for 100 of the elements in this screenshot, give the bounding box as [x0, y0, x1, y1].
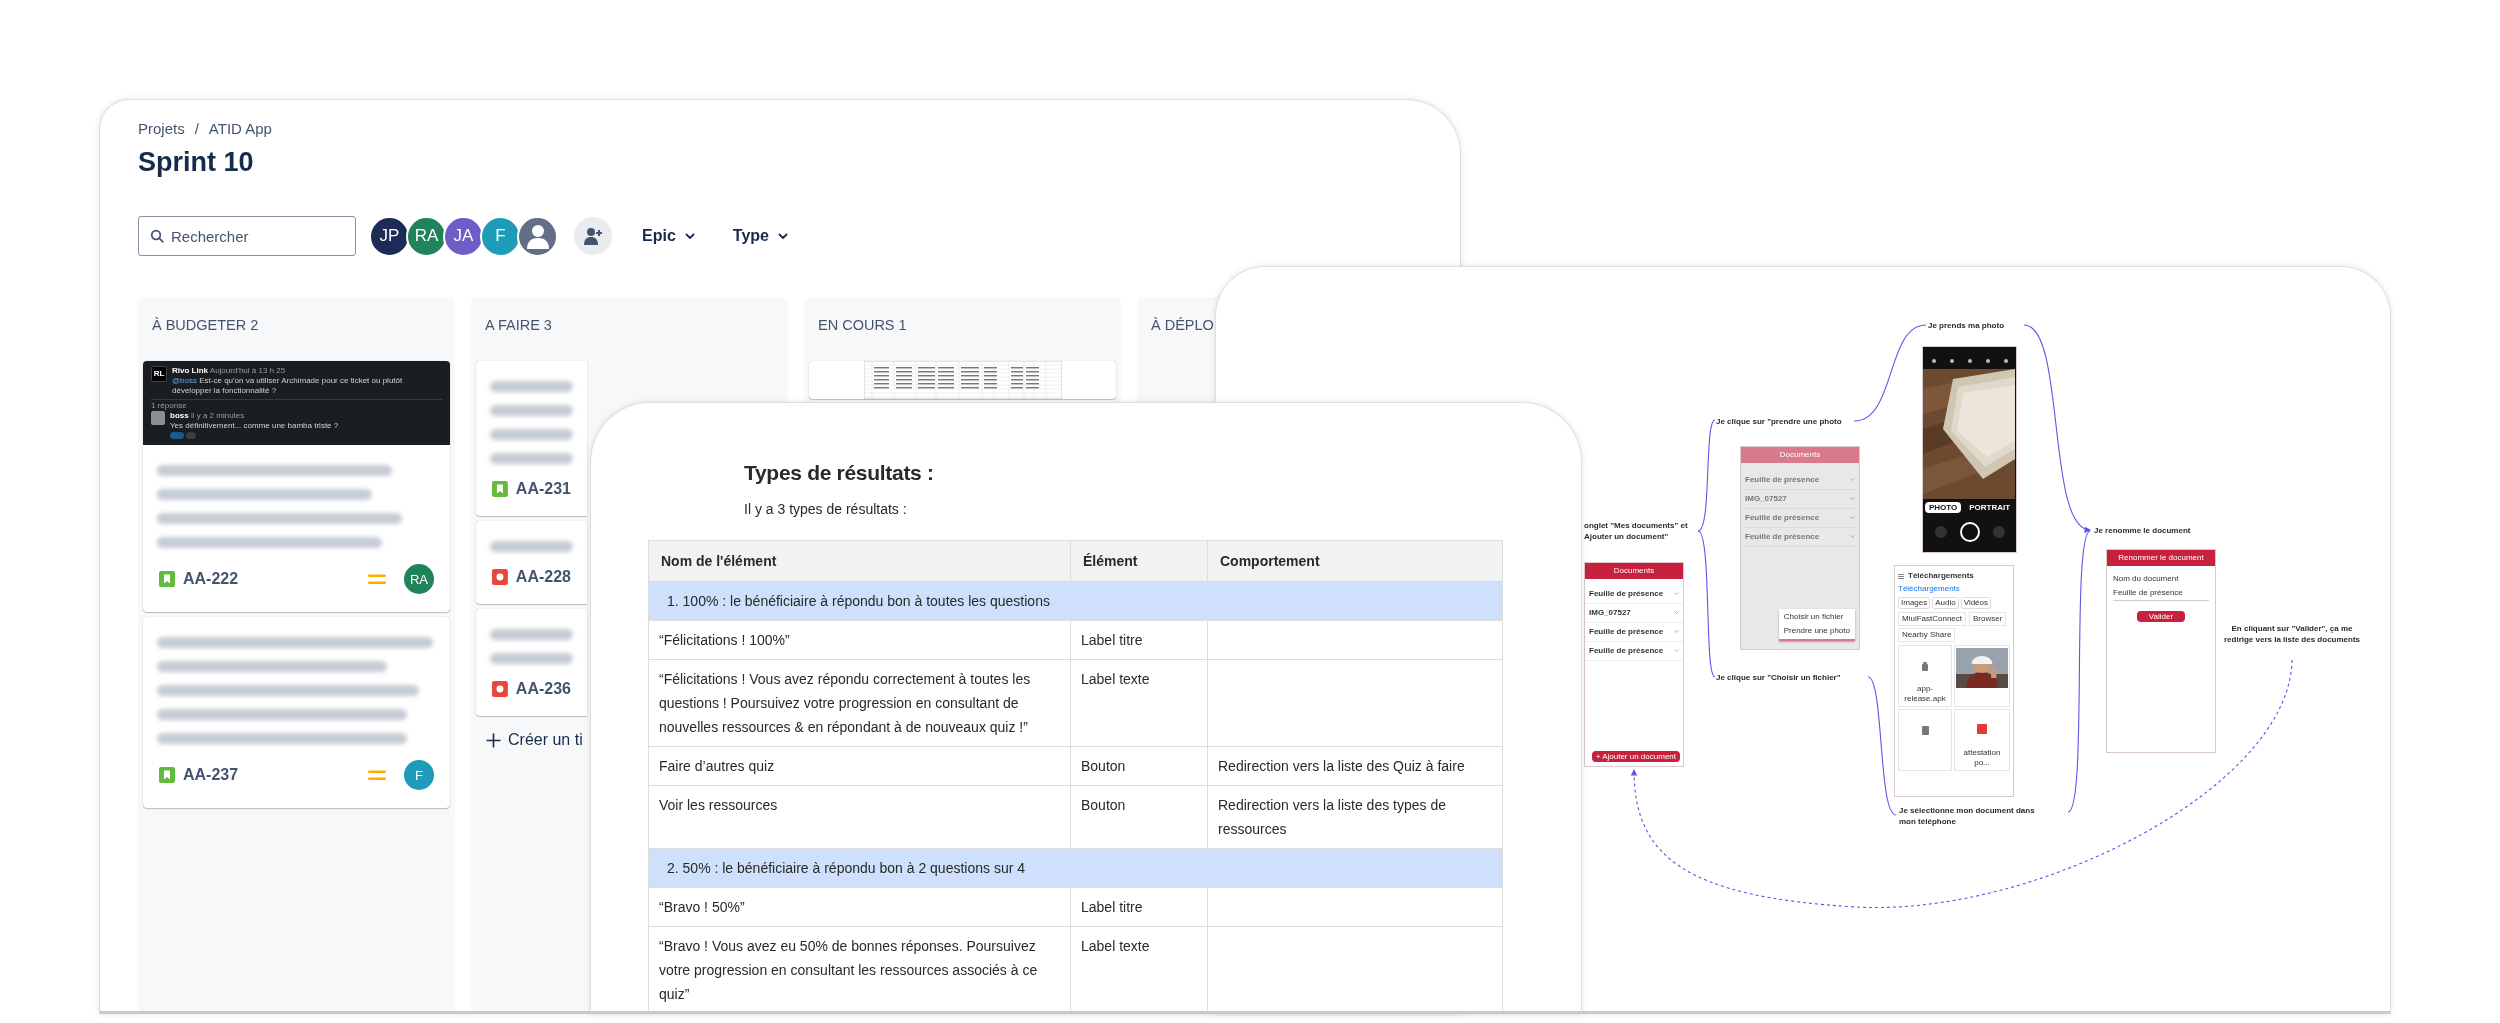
chevron-icon	[1674, 630, 1679, 634]
list-item-title: IMG_07527	[1745, 494, 1787, 504]
user-avatar	[151, 411, 165, 425]
breadcrumb-link[interactable]: Projets	[138, 120, 185, 138]
list-item-title: IMG_07527	[1589, 608, 1631, 618]
chat-message: @boss Est-ce qu'on va utiliser Archimade pour ce ticket ou plutôt développer la fonctionnalité ?	[172, 376, 404, 396]
author-name: Rivo Link	[172, 366, 208, 375]
validate-button[interactable]: Valider	[2136, 611, 2186, 622]
replies-count: 1 réponse	[151, 401, 187, 411]
bookmark-icon	[492, 481, 508, 497]
issue-card[interactable]: AA-231	[476, 361, 587, 516]
folder-item[interactable]: Nearby Share	[1898, 628, 1956, 642]
filter-dropdown[interactable]: Type	[724, 221, 796, 251]
breadcrumb-separator: /	[194, 120, 199, 138]
step-label: onglet "Mes documents" et Ajouter un document"	[1584, 520, 1688, 542]
caret-icon	[777, 232, 788, 240]
section-label: Téléchargements	[1897, 583, 1961, 595]
add-people-button[interactable]	[574, 217, 612, 255]
intro-text: Il y a 3 types de résultats :	[744, 500, 908, 518]
issue-key[interactable]: AA-222	[183, 570, 360, 588]
step-label: Je renomme le document	[2094, 525, 2191, 536]
folder-item[interactable]: MiuiFastConnect	[1898, 612, 1967, 626]
filter-chip[interactable]: Images	[1898, 597, 1931, 609]
section-row: 1. 100% : le bénéficiaire à répondu bon à toutes les questions	[648, 581, 1503, 621]
chevron-icon	[1850, 478, 1855, 482]
chevron-icon	[1674, 592, 1679, 596]
issue-card[interactable]: AA-236	[476, 609, 587, 716]
menu-icon[interactable]	[1898, 573, 1904, 579]
list-item-title: Feuille de présence	[1589, 646, 1664, 656]
priority-icon	[368, 573, 386, 585]
assignee-avatar: F	[404, 760, 434, 790]
file-tile[interactable]: attestation po...	[1954, 709, 2010, 771]
add-document-button[interactable]: + Ajouter un document	[1591, 751, 1680, 762]
file-tile[interactable]	[1954, 645, 2010, 707]
step-label: Je clique sur "Choisir un fichier"	[1716, 672, 1841, 683]
create-issue-button[interactable]: Créer un ti	[476, 721, 583, 759]
issue-card[interactable]	[143, 361, 450, 612]
list-item-title: Feuille de présence	[1589, 627, 1664, 637]
user-avatar[interactable]: RA	[406, 215, 447, 257]
table-cell: Label titre	[1070, 620, 1208, 660]
mention-link[interactable]: @boss	[172, 376, 198, 385]
priority-icon	[368, 769, 386, 781]
plus-icon	[486, 732, 501, 748]
chat-message: Yes définitivement... comme une bamba triste ?	[170, 421, 339, 431]
table-cell: Bouton	[1070, 785, 1208, 849]
step-label: Je sélectionne mon document dans mon téléphone	[1899, 805, 2035, 827]
user-avatar: RL	[151, 366, 167, 382]
column-title: EN COURS 1	[818, 317, 907, 333]
issue-key[interactable]: AA-228	[515, 568, 571, 586]
filter-dropdown[interactable]: Epic	[634, 221, 703, 251]
table-cell: Voir les ressources	[648, 785, 1071, 849]
issue-key[interactable]: AA-237	[183, 766, 360, 784]
issue-card[interactable]: AA-228	[476, 521, 587, 604]
step-label: Je prends ma photo	[1928, 320, 2004, 331]
bug-icon	[492, 569, 508, 585]
issue-key[interactable]: AA-236	[515, 680, 571, 698]
table-cell: Bouton	[1070, 746, 1208, 786]
document-name-field[interactable]: Feuille de présence	[2113, 586, 2209, 601]
breadcrumb-link[interactable]: ATID App	[208, 120, 272, 138]
field-label: Nom du document	[2113, 574, 2180, 584]
camera-mode-tab[interactable]: PHOTO	[1924, 502, 1962, 513]
table-cell: Label titre	[1070, 887, 1208, 927]
add-person-icon	[583, 227, 603, 245]
reaction-icon	[170, 432, 196, 439]
screen-header: Documents	[1585, 563, 1683, 579]
search-icon	[150, 229, 164, 243]
message-time: il y a 2 minutes	[190, 411, 245, 420]
screen-header: Documents	[1741, 447, 1859, 463]
issue-key[interactable]: AA-231	[515, 480, 571, 498]
chevron-icon	[1674, 611, 1679, 615]
screen-header: Renommer le document	[2107, 550, 2215, 566]
column-header: Nom de l'élément	[648, 540, 1071, 582]
chevron-icon	[1850, 497, 1855, 501]
bookmark-icon	[159, 571, 175, 587]
filter-chip[interactable]: Audio	[1932, 597, 1959, 609]
shutter-button[interactable]	[1934, 522, 2005, 542]
table-cell: Faire d’autres quiz	[648, 746, 1071, 786]
list-item-title: Feuille de présence	[1745, 475, 1820, 485]
screen-title: Téléchargements	[1908, 571, 1974, 581]
file-tile[interactable]: app-release.apk	[1898, 645, 1952, 707]
menu-item[interactable]: Choisir un fichier	[1778, 610, 1855, 624]
camera-mode-tab[interactable]: PORTRAIT	[1965, 502, 2015, 513]
filter-chip[interactable]: Vidéos	[1960, 597, 1992, 609]
file-tile[interactable]	[1898, 709, 1952, 771]
chevron-icon	[1850, 516, 1855, 520]
user-avatar[interactable]: JP	[369, 215, 410, 257]
table-cell: “Bravo ! Vous avez eu 50% de bonnes réponses. Poursuivez votre progression en consultant les ressources associés à ce quiz”	[648, 926, 1071, 1011]
table-cell: “Félicitations ! Vous avez répondu correctement à toutes les questions ! Poursuivez votre progression en consultant de nouvelles ressources & en répondant à de nouveaux quiz !”	[648, 659, 1071, 747]
message-time: Aujourd'hui à 13 h 25	[209, 366, 286, 375]
issue-card[interactable]: AA-237 F	[143, 617, 450, 808]
step-label: Je clique sur "prendre une photo	[1716, 416, 1842, 427]
table-cell: “Félicitations ! 100%”	[648, 620, 1071, 660]
folder-item[interactable]: Browser	[1969, 612, 2007, 626]
table-cell: Redirection vers la liste des Quiz à faire	[1207, 746, 1503, 786]
list-item-title: Feuille de présence	[1745, 532, 1820, 542]
user-avatar[interactable]: JA	[443, 215, 484, 257]
menu-item[interactable]: Prendre une photo	[1778, 624, 1855, 638]
search-field[interactable]: Rechercher	[138, 216, 356, 256]
bug-icon	[492, 681, 508, 697]
table-cell: Label texte	[1070, 659, 1208, 747]
